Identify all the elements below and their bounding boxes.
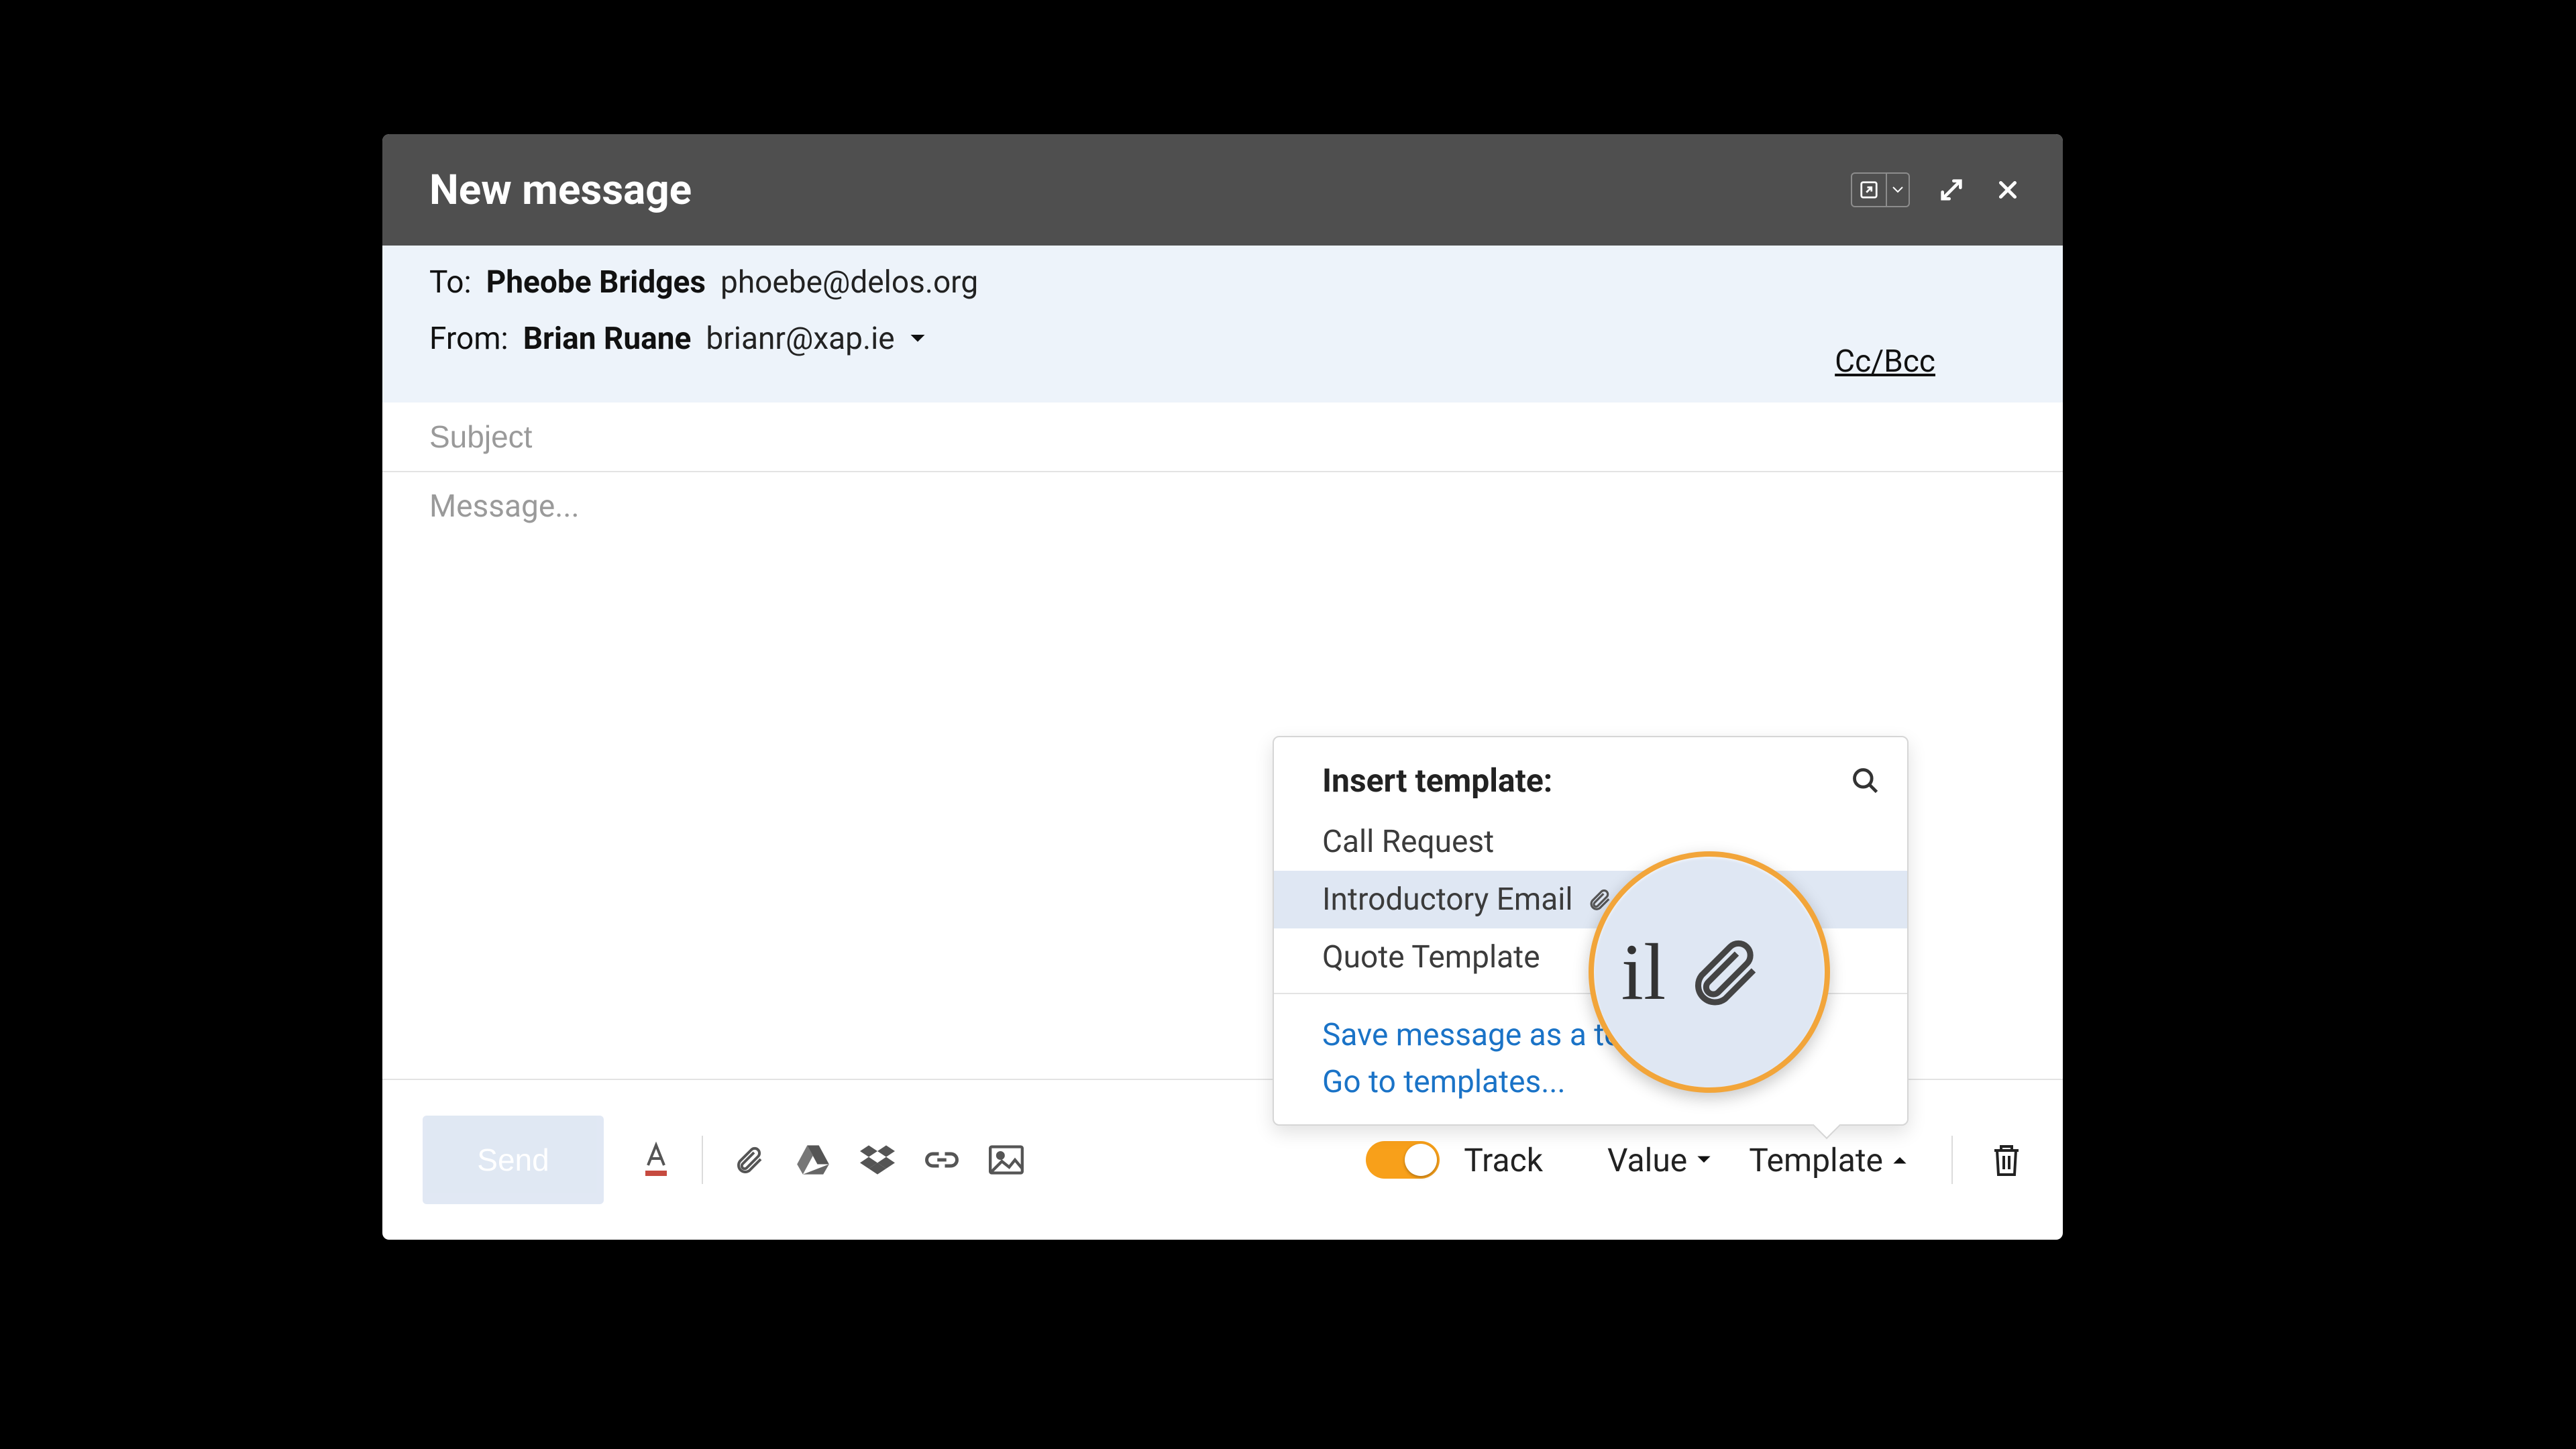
template-item-label: Introductory Email (1322, 881, 1573, 918)
toggle-knob (1405, 1144, 1437, 1176)
from-email: brianr@xap.ie (706, 321, 894, 357)
dropbox-button[interactable] (859, 1141, 896, 1179)
compose-header: New message (382, 134, 2063, 246)
caret-down-icon (910, 333, 926, 344)
link-icon (924, 1149, 960, 1171)
trash-icon (1990, 1142, 2023, 1178)
template-item-label: Call Request (1322, 824, 1494, 860)
value-dropdown[interactable]: Value (1607, 1141, 1711, 1179)
to-email: phoebe@delos.org (720, 264, 978, 301)
magnifier-callout: il (1589, 851, 1830, 1093)
drive-button[interactable] (794, 1141, 832, 1179)
template-label: Template (1749, 1141, 1883, 1179)
discard-button[interactable] (1990, 1142, 2023, 1178)
compose-window: New message (382, 134, 2063, 1240)
popover-title: Insert template: (1322, 761, 1552, 800)
compose-title: New message (429, 166, 1851, 215)
subject-row (382, 402, 2063, 472)
image-icon (989, 1144, 1024, 1175)
header-controls (1851, 172, 2023, 207)
popout-icon (1859, 180, 1879, 200)
track-toggle[interactable] (1366, 1141, 1440, 1179)
link-button[interactable] (923, 1141, 961, 1179)
text-color-button[interactable] (637, 1141, 675, 1179)
paperclip-icon (1683, 932, 1764, 1012)
expand-button[interactable] (1937, 175, 1966, 205)
image-button[interactable] (987, 1141, 1025, 1179)
close-button[interactable] (1993, 175, 2023, 205)
template-item-label: Quote Template (1322, 939, 1540, 975)
from-label: From: (429, 321, 508, 357)
popout-group (1851, 172, 1910, 207)
template-search-button[interactable] (1851, 766, 1880, 796)
subject-input[interactable] (429, 419, 2016, 455)
template-dropdown[interactable]: Template (1749, 1141, 1907, 1179)
track-label[interactable]: Track (1464, 1141, 1543, 1179)
text-color-icon (639, 1141, 673, 1179)
to-row[interactable]: To: Pheobe Bridges phoebe@delos.org (429, 264, 2016, 301)
divider (1951, 1136, 1953, 1184)
dropbox-icon (860, 1144, 895, 1175)
magnifier-text: il (1621, 926, 1666, 1018)
divider (702, 1136, 703, 1184)
popover-header: Insert template: (1274, 737, 1907, 813)
paperclip-icon (733, 1144, 765, 1176)
address-block: To: Pheobe Bridges phoebe@delos.org From… (382, 246, 2063, 402)
from-row[interactable]: From: Brian Ruane brianr@xap.ie (429, 321, 2016, 357)
popout-caret[interactable] (1887, 174, 1909, 206)
to-name: Pheobe Bridges (486, 264, 706, 301)
send-button[interactable]: Send (423, 1116, 604, 1204)
formatting-tools (637, 1136, 1025, 1184)
close-icon (1996, 178, 2020, 202)
expand-icon (1938, 176, 1965, 203)
attach-button[interactable] (730, 1141, 767, 1179)
template-item-0[interactable]: Call Request (1274, 813, 1907, 871)
google-drive-icon (796, 1144, 830, 1176)
ccbcc-link[interactable]: Cc/Bcc (1835, 343, 1935, 380)
to-label: To: (429, 264, 472, 301)
popout-button[interactable] (1852, 174, 1887, 206)
caret-up-icon (1892, 1155, 1907, 1165)
search-icon (1851, 766, 1880, 796)
template-popover: Insert template: Call Request Introducto… (1273, 736, 1909, 1126)
caret-down-icon (1697, 1155, 1711, 1165)
caret-down-icon (1892, 186, 1903, 193)
value-label: Value (1607, 1141, 1687, 1179)
from-name: Brian Ruane (523, 321, 692, 357)
